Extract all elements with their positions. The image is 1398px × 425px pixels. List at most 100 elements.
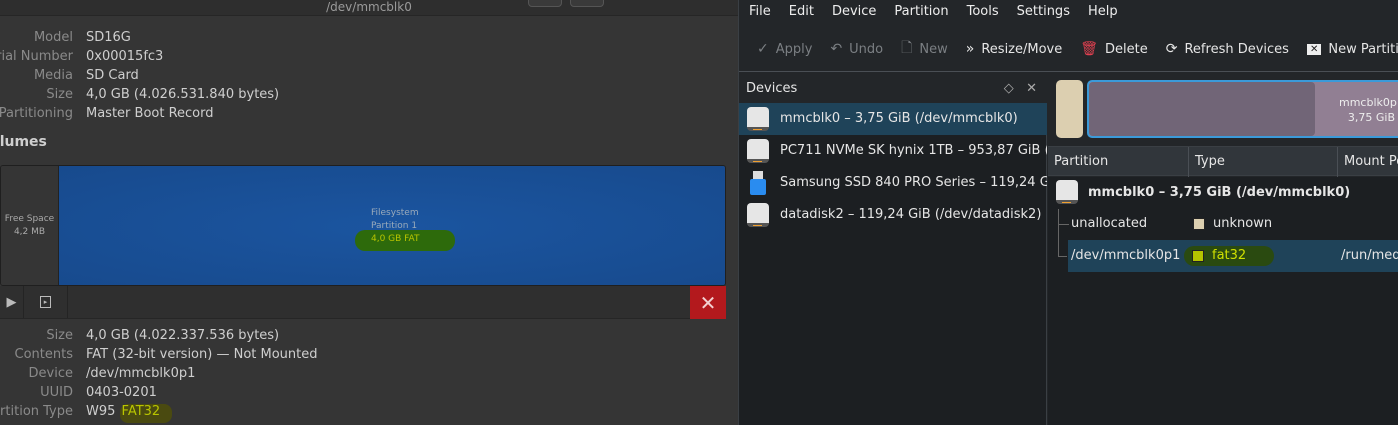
- new-partition-table-button[interactable]: ✕ New Partition Table: [1306, 36, 1398, 62]
- media-value: SD Card: [86, 68, 139, 83]
- partition-segment[interactable]: Filesystem Partition 1 4,0 GB FAT: [59, 166, 725, 285]
- color-swatch: [1193, 217, 1205, 230]
- volumes-heading: Volumes: [0, 134, 47, 150]
- type-cell: unknown: [1213, 216, 1273, 231]
- partitioning-label: Partitioning: [0, 106, 73, 121]
- partition-graph: mmcblk0p1 3,75 GiB: [1056, 80, 1398, 138]
- device-item[interactable]: mmcblk0 – 3,75 GiB (/dev/mmcblk0): [739, 103, 1047, 135]
- free-space-label: Free Space: [4, 214, 55, 224]
- device-label: mmcblk0 – 3,75 GiB (/dev/mmcblk0): [780, 111, 1018, 126]
- partition-type-value: W95 FAT32: [86, 402, 173, 423]
- volume-map: Free Space 4,2 MB Filesystem Partition 1 …: [0, 165, 726, 286]
- usb-drive-icon: [750, 171, 766, 195]
- devices-panel: Devices ◇ ✕ mmcblk0 – 3,75 GiB (/dev/mmc…: [739, 72, 1047, 425]
- float-icon[interactable]: ◇: [1004, 81, 1014, 96]
- new-label: New: [919, 41, 948, 57]
- column-partition[interactable]: Partition: [1048, 147, 1189, 177]
- disk-icon: [1056, 180, 1078, 204]
- partition-type-label: Partition Type: [0, 404, 73, 419]
- menu-device[interactable]: Device: [822, 0, 884, 24]
- size-value: 4,0 GB (4.026.531.840 bytes): [86, 87, 280, 102]
- type-cell: fat32: [1212, 248, 1247, 263]
- undo-button[interactable]: ↶ Undo: [830, 36, 883, 62]
- device-item[interactable]: Samsung SSD 840 PRO Series – 119,24 Gi..…: [739, 167, 1047, 199]
- graph-partition-size: 3,75 GiB: [1347, 111, 1395, 124]
- device-label: Samsung SSD 840 PRO Series – 119,24 Gi..…: [780, 175, 1047, 190]
- table-row-selected[interactable]: /dev/mmcblk0p1 fat32 /run/media: [1059, 240, 1398, 272]
- check-icon: ✓: [757, 41, 769, 57]
- delete-button[interactable]: 🗑 Delete: [1080, 36, 1148, 62]
- unallocated-segment[interactable]: [1056, 80, 1083, 138]
- resize-label: Resize/Move: [981, 41, 1063, 57]
- serial-value: 0x00015fc3: [86, 49, 164, 64]
- undo-icon: ↶: [830, 41, 843, 57]
- column-mount-point[interactable]: Mount Point: [1338, 147, 1398, 177]
- uuid-label: UUID: [40, 385, 73, 400]
- menu-tools[interactable]: Tools: [957, 0, 1007, 24]
- partition-cell: /dev/mmcblk0p1: [1071, 248, 1181, 263]
- apply-label: Apply: [775, 41, 813, 57]
- disk-icon: [747, 139, 769, 163]
- devices-title: Devices: [746, 81, 798, 96]
- device-label: PC711 NVMe SK hynix 1TB – 953,87 GiB (/.…: [780, 143, 1047, 158]
- partition-manager-window: File Edit Device Partition Tools Setting…: [739, 0, 1398, 425]
- color-swatch: [1192, 249, 1204, 262]
- options-button[interactable]: ▸: [24, 286, 68, 318]
- device-row[interactable]: mmcblk0 – 3,75 GiB (/dev/mmcblk0): [1048, 177, 1398, 209]
- resize-move-button[interactable]: » Resize/Move: [966, 36, 1062, 62]
- mount-button[interactable]: ▶: [0, 286, 24, 318]
- size-label: Size: [46, 87, 73, 102]
- size-value: 4,0 GB (4.022.337.536 bytes): [86, 328, 280, 343]
- volume-toolbar: ▶ ▸ ✕: [0, 286, 726, 319]
- menu-file[interactable]: File: [739, 0, 779, 24]
- close-icon[interactable]: ✕: [1026, 81, 1037, 96]
- delete-partition-button[interactable]: ✕: [690, 286, 726, 319]
- apply-button[interactable]: ✓ Apply: [757, 36, 812, 62]
- menu-help[interactable]: Help: [1078, 0, 1126, 24]
- device-item[interactable]: PC711 NVMe SK hynix 1TB – 953,87 GiB (/.…: [739, 135, 1047, 167]
- column-type[interactable]: Type: [1189, 147, 1338, 177]
- device-row-label: mmcblk0 – 3,75 GiB (/dev/mmcblk0): [1088, 185, 1351, 200]
- device-item[interactable]: datadisk2 – 119,24 GiB (/dev/datadisk2): [739, 199, 1047, 231]
- menu-edit[interactable]: Edit: [779, 0, 822, 24]
- refresh-devices-button[interactable]: ⟳ Refresh Devices: [1166, 36, 1289, 62]
- table-row[interactable]: unallocated unknown: [1048, 208, 1398, 240]
- delete-label: Delete: [1105, 41, 1148, 57]
- serial-label: Serial Number: [0, 49, 73, 64]
- partition-size-label: 4,0 GB FAT: [371, 234, 420, 244]
- toolbar: ✓ Apply ↶ Undo 🗋 New » Resize/Move 🗑 Delete ⟳…: [739, 36, 1398, 62]
- title-bar: /dev/mmcblk0: [0, 0, 738, 16]
- partition-name-label: Partition 1: [371, 221, 418, 231]
- new-table-icon: ✕: [1306, 43, 1322, 55]
- menu-partition[interactable]: Partition: [884, 0, 956, 24]
- menu-bar: File Edit Device Partition Tools Setting…: [739, 0, 1126, 24]
- free-space-segment[interactable]: Free Space 4,2 MB: [1, 166, 59, 285]
- used-space: [1089, 82, 1315, 136]
- window-title: /dev/mmcblk0: [326, 0, 412, 14]
- partitioning-value: Master Boot Record: [86, 106, 214, 121]
- new-button[interactable]: 🗋 New: [901, 36, 948, 62]
- model-value: SD16G: [86, 30, 131, 45]
- partition-type-prefix: W95: [86, 404, 116, 419]
- play-icon: ▶: [6, 294, 17, 310]
- partition-type-label: Filesystem: [371, 208, 419, 218]
- disk-icon: [747, 203, 769, 227]
- disks-window: /dev/mmcblk0 Model SD16G Serial Number 0x0…: [0, 0, 738, 425]
- device-label: datadisk2 – 119,24 GiB (/dev/datadisk2): [780, 207, 1042, 222]
- device-label: Device: [28, 366, 73, 381]
- partition-cell: unallocated: [1071, 216, 1148, 231]
- new-icon: 🗋: [901, 40, 913, 56]
- close-icon: ✕: [699, 290, 717, 315]
- devices-header: Devices ◇ ✕: [739, 72, 1047, 104]
- model-label: Model: [33, 30, 73, 45]
- free-space-size: 4,2 MB: [13, 227, 46, 237]
- partition-segment[interactable]: mmcblk0p1 3,75 GiB: [1087, 80, 1398, 138]
- media-label: Media: [33, 68, 73, 83]
- table-header: Partition Type Mount Point: [1048, 146, 1398, 177]
- refresh-icon: ⟳: [1165, 41, 1178, 57]
- undo-label: Undo: [849, 41, 884, 57]
- device-value: /dev/mmcblk0p1: [86, 366, 196, 381]
- menu-settings[interactable]: Settings: [1007, 0, 1078, 24]
- partition-type-highlight: FAT32: [119, 404, 173, 423]
- settings-icon: ▸: [40, 296, 51, 308]
